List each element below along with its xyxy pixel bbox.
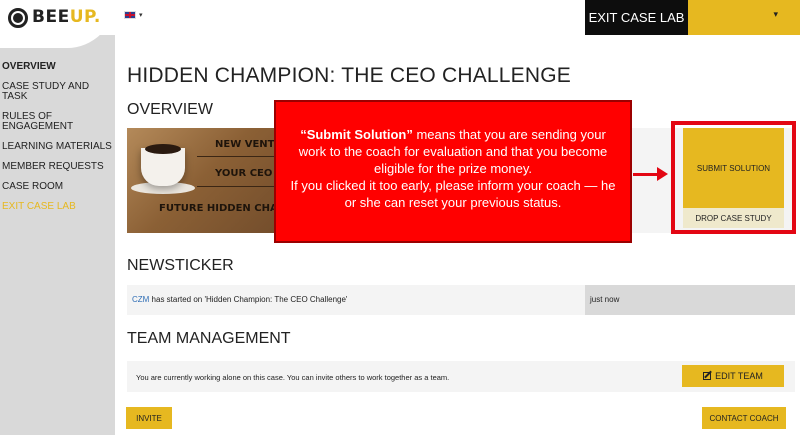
overview-heading: OVERVIEW bbox=[127, 101, 213, 118]
newsticker-heading: NEWSTICKER bbox=[127, 257, 234, 274]
news-timestamp: just now bbox=[590, 295, 620, 304]
team-management-heading: TEAM MANAGEMENT bbox=[127, 330, 291, 347]
uk-flag-icon bbox=[124, 11, 136, 19]
hero-text-line: NEW VENTU bbox=[215, 139, 283, 150]
drop-case-study-button[interactable]: DROP CASE STUDY bbox=[683, 208, 784, 228]
page-title: HIDDEN CHAMPION: THE CEO CHALLENGE bbox=[127, 64, 571, 87]
sidebar-item-member-requests[interactable]: MEMBER REQUESTS bbox=[2, 162, 112, 172]
callout-paragraph: If you clicked it too early, please info… bbox=[290, 178, 616, 210]
sidebar: OVERVIEW CASE STUDY AND TASK RULES OF EN… bbox=[0, 35, 115, 435]
callout-paragraph: “Submit Solution” means that you are sen… bbox=[298, 127, 608, 176]
sidebar-item-learning-materials[interactable]: LEARNING MATERIALS bbox=[2, 142, 112, 152]
top-bar: ▾ EXIT CASE LAB ▾ bbox=[0, 0, 800, 35]
sidebar-item-case-room[interactable]: CASE ROOM bbox=[2, 182, 112, 192]
edit-team-button[interactable]: EDIT TEAM bbox=[682, 365, 784, 387]
edit-icon bbox=[703, 372, 712, 380]
sidebar-item-case-study[interactable]: CASE STUDY AND TASK bbox=[2, 82, 112, 102]
logo-text: BEEUP. bbox=[32, 7, 101, 27]
news-timestamp-cell: just now bbox=[585, 285, 795, 315]
sidebar-item-rules[interactable]: RULES OF ENGAGEMENT bbox=[2, 112, 112, 132]
sidebar-item-exit-case-lab[interactable]: EXIT CASE LAB bbox=[2, 202, 112, 212]
exit-case-lab-button[interactable]: EXIT CASE LAB bbox=[585, 0, 688, 35]
user-menu[interactable]: ▾ bbox=[688, 0, 800, 35]
news-text: has started on 'Hidden Champion: The CEO… bbox=[149, 295, 348, 304]
sidebar-item-overview[interactable]: OVERVIEW bbox=[2, 62, 112, 72]
edit-team-label: EDIT TEAM bbox=[715, 371, 763, 381]
bee-logo-icon bbox=[8, 8, 28, 28]
arrow-head-icon bbox=[657, 167, 668, 181]
invite-button[interactable]: INVITE bbox=[126, 407, 172, 429]
news-item: CZM has started on 'Hidden Champion: The… bbox=[127, 285, 795, 315]
chevron-down-icon: ▾ bbox=[139, 12, 143, 19]
team-status-text: You are currently working alone on this … bbox=[136, 373, 450, 382]
chevron-down-icon: ▾ bbox=[773, 9, 778, 19]
instruction-callout: “Submit Solution” means that you are sen… bbox=[274, 100, 632, 243]
submit-solution-button[interactable]: SUBMIT SOLUTION bbox=[683, 128, 784, 208]
news-user-link[interactable]: CZM bbox=[132, 295, 149, 304]
contact-coach-button[interactable]: CONTACT COACH bbox=[702, 407, 786, 429]
language-selector[interactable]: ▾ bbox=[124, 11, 143, 19]
sidebar-nav: OVERVIEW CASE STUDY AND TASK RULES OF EN… bbox=[2, 62, 112, 222]
arrow-icon bbox=[633, 173, 659, 176]
